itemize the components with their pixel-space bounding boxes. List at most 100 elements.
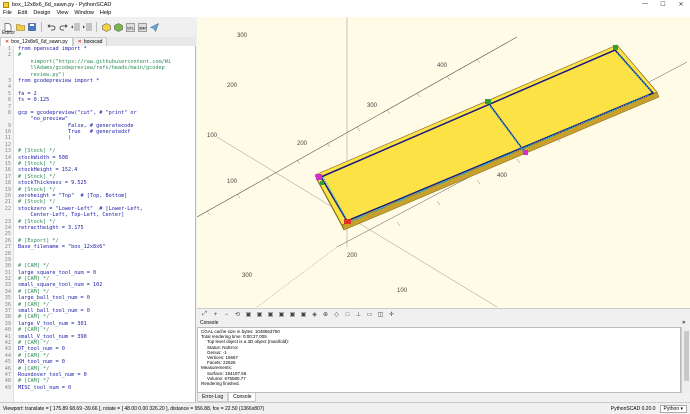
corner-marker (523, 150, 528, 155)
menu-window[interactable]: Window (71, 10, 97, 16)
console-output[interactable]: CGAL cache size in bytes: 1048563750 Tota… (197, 327, 681, 393)
render-icon[interactable] (113, 22, 123, 32)
minimize-button[interactable]: — (636, 1, 654, 8)
redo-icon[interactable] (58, 22, 68, 32)
scale-icon[interactable]: ▭ (365, 310, 374, 319)
code-text: from gcodepreview import * (18, 77, 100, 84)
menu-file[interactable]: File (0, 10, 15, 16)
axis-tick-label: 300 (237, 33, 248, 39)
close-button[interactable]: ✕ (672, 1, 690, 8)
code-text: ) (18, 135, 72, 142)
code-line[interactable]: 49 MISC_tool_num = 0 (0, 384, 195, 391)
bottom-panel-tabs: Error-Log Console (197, 393, 690, 402)
axis-tick-label: 100 (207, 133, 218, 139)
view-center-icon[interactable]: ⊕ (321, 310, 330, 319)
open-icon[interactable] (15, 22, 25, 32)
menu-view[interactable]: View (53, 10, 71, 16)
reset-view-icon[interactable]: ⟲ (233, 310, 242, 319)
window-title: box_12x8x6_6d_sawn.py - PythonSCAD (12, 1, 112, 8)
menu-bar: File Edit Design View Window Help (0, 9, 690, 17)
view-front-icon[interactable]: ▣ (288, 310, 297, 319)
zoom-in-icon[interactable]: + (211, 310, 220, 319)
tab-label: box_12x8x6_6d_sawn.py (11, 39, 68, 45)
code-area[interactable]: 1 from openscad import * 2 # nimport("https… (0, 46, 195, 391)
corner-marker (316, 174, 322, 180)
preview-icon[interactable] (101, 22, 111, 32)
title-bar: box_12x8x6_6d_sawn.py - PythonSCAD — ☐ ✕ (0, 0, 690, 9)
axis-line (256, 246, 338, 308)
export-3mf-icon[interactable]: 3MF (137, 22, 147, 32)
code-text: from openscad import * (18, 46, 87, 52)
save-icon[interactable] (27, 22, 37, 32)
view-diagonal-icon[interactable]: ◈ (310, 310, 319, 319)
corner-marker (320, 181, 324, 185)
zoom-out-icon[interactable]: − (222, 310, 231, 319)
view-right-icon[interactable]: ▣ (244, 310, 253, 319)
editor-tabs: ✕ box_12x8x6_6d_sawn.py ✕ boxscad (0, 37, 196, 46)
orthogonal-icon[interactable]: □ (343, 310, 352, 319)
console-scrollbar[interactable] (681, 327, 690, 393)
zoom-all-icon[interactable]: ⤢ (200, 310, 209, 319)
svg-text:3MF: 3MF (138, 25, 146, 30)
maximize-button[interactable]: ☐ (654, 1, 672, 8)
version-label: PythonSCAD 0.20.0 (610, 405, 656, 412)
viewport-scene[interactable]: 100 200 300 400 100 200 300 400 100 200 … (197, 17, 690, 308)
view-bottom-icon[interactable]: ▣ (266, 310, 275, 319)
unindent-icon[interactable] (70, 22, 80, 32)
undo-icon[interactable] (46, 22, 56, 32)
axis-tick-label: 100 (397, 288, 408, 294)
view-left-icon[interactable]: ▣ (277, 310, 286, 319)
corner-marker (344, 219, 351, 224)
tab-error-log[interactable]: Error-Log (197, 393, 229, 402)
indent-icon[interactable] (82, 22, 92, 32)
tab-console[interactable]: Console (228, 393, 257, 402)
code-text: retractheight = 3.175 (18, 224, 84, 231)
code-text: fs = 0.125 (18, 97, 50, 104)
3d-viewport[interactable]: 100 200 300 400 100 200 300 400 100 200 … (197, 17, 690, 308)
editor-panel-label: Editor (2, 30, 16, 36)
line-number: 49 (4, 384, 11, 391)
svg-text:STL: STL (127, 25, 135, 30)
menu-help[interactable]: Help (97, 10, 114, 16)
axis-tick-label: 100 (227, 179, 238, 185)
tab-close-icon[interactable]: ✕ (78, 39, 82, 45)
view-back-icon[interactable]: ▣ (299, 310, 308, 319)
corner-marker (485, 99, 491, 104)
tab-boxscad[interactable]: ✕ boxscad (72, 37, 108, 46)
export-stl-icon[interactable]: STL (125, 22, 135, 32)
axis-tick-label: 300 (367, 103, 378, 109)
code-text: MISC_tool_num = 0 (18, 384, 72, 391)
code-editor[interactable]: 1 from openscad import * 2 # nimport("https… (0, 46, 196, 402)
perspective-icon[interactable]: ◇ (332, 310, 341, 319)
menu-edit[interactable]: Edit (15, 10, 30, 16)
scrollbar-thumb[interactable] (684, 331, 689, 381)
console-panel-title: Console ✕ (197, 320, 690, 327)
menu-design[interactable]: Design (30, 10, 53, 16)
axis-tick-label: 200 (227, 83, 238, 89)
axis-tick-label: 400 (437, 63, 448, 69)
window-controls: — ☐ ✕ (636, 1, 690, 8)
tab-label: boxscad (83, 39, 103, 45)
console-title-label: Console (200, 320, 219, 326)
language-select[interactable]: Python ▾ (659, 404, 687, 413)
close-icon[interactable]: ✕ (682, 320, 686, 326)
axis-tick-label: 400 (497, 173, 508, 179)
tab-close-icon[interactable]: ✕ (5, 39, 9, 45)
corner-marker (613, 45, 618, 50)
editor-toolbar: STL 3MF (0, 17, 196, 37)
stock-top-face (314, 44, 658, 226)
edges-icon[interactable]: ◫ (376, 310, 385, 319)
axis-tick-label: 200 (297, 141, 308, 147)
tab-box-file[interactable]: ✕ box_12x8x6_6d_sawn.py (0, 37, 73, 46)
axis-tick-label: 200 (347, 253, 358, 259)
toolbar-separator (41, 22, 42, 32)
send-icon[interactable] (149, 22, 159, 32)
view-top-icon[interactable]: ▣ (255, 310, 264, 319)
viewport-status-text: Viewport: translate = [ 175.89 68.69 -39… (3, 405, 265, 412)
axes-icon[interactable]: ⊥ (354, 310, 363, 319)
status-bar: Viewport: translate = [ 175.89 68.69 -39… (0, 402, 690, 414)
toolbar-separator (96, 22, 97, 32)
axis-tick-label: 300 (242, 273, 253, 279)
crosshairs-icon[interactable]: ✛ (387, 310, 396, 319)
app-icon (3, 1, 9, 8)
